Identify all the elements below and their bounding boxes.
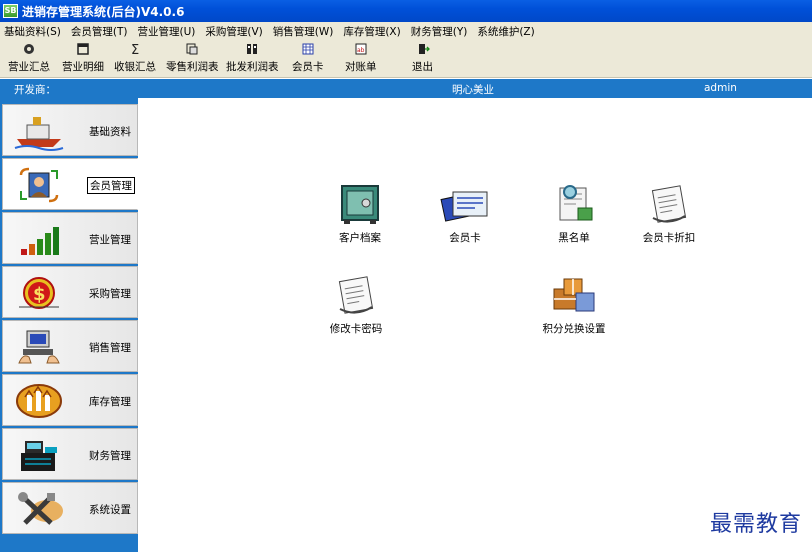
- safe-cabinet-icon: [341, 185, 379, 224]
- change-password-button[interactable]: 修改卡密码: [311, 273, 401, 343]
- sidebar-item-label: 营业管理: [89, 234, 131, 246]
- sidebar-item-purchase-management[interactable]: $ 采购管理: [2, 266, 138, 318]
- svg-text:ab: ab: [357, 47, 365, 54]
- main-panel: 客户档案 会员卡 黑名单 会员卡折扣 修改卡密码 积分兑换设置: [138, 98, 812, 552]
- member-card-toolbar-label: 会员卡: [292, 61, 324, 73]
- points-exchange-button[interactable]: 积分兑换设置: [529, 273, 619, 343]
- change-password-label: 修改卡密码: [329, 323, 383, 335]
- business-summary-label: 营业汇总: [8, 61, 50, 73]
- cash-summary-button[interactable]: Σ 收银汇总: [114, 42, 156, 76]
- cash-summary-label: 收银汇总: [114, 61, 156, 73]
- blacklist-button[interactable]: 黑名单: [529, 182, 619, 252]
- member-card-label: 会员卡: [449, 232, 481, 244]
- company-name: 明心美业: [452, 84, 494, 96]
- computer-hands-icon: [18, 330, 60, 364]
- sidebar-item-label: 系统设置: [89, 504, 131, 516]
- menu-bar: 基础资料(S) 会员管理(T) 营业管理(U) 采购管理(V) 销售管理(W) …: [0, 22, 812, 40]
- sidebar-item-label: 会员管理: [87, 177, 135, 194]
- document-magnifier-icon: [559, 185, 593, 221]
- grid-report-icon: [247, 44, 258, 54]
- window-titlebar: SB 进销存管理系统(后台)V4.0.6: [0, 0, 812, 22]
- sidebar-item-label: 基础资料: [89, 126, 131, 138]
- current-user: admin: [704, 82, 737, 94]
- watermark-text: 最需教育: [709, 512, 802, 537]
- retail-profit-label: 零售利润表: [166, 61, 219, 73]
- info-bar: 开发商： 明心美业 admin: [0, 79, 812, 98]
- member-card-button[interactable]: 会员卡: [420, 182, 510, 252]
- window-title: 进销存管理系统(后台)V4.0.6: [22, 4, 185, 19]
- receipt-pen-icon: [338, 276, 374, 314]
- menu-member-management[interactable]: 会员管理(T): [71, 24, 128, 39]
- member-cycle-icon: [19, 167, 59, 203]
- customer-file-label: 客户档案: [339, 232, 381, 244]
- wholesale-profit-label: 批发利润表: [226, 61, 279, 73]
- app-icon: SB: [3, 4, 18, 18]
- svg-text:$: $: [33, 284, 46, 305]
- menu-sales-management[interactable]: 销售管理(W): [273, 24, 334, 39]
- customer-file-button[interactable]: 客户档案: [315, 182, 405, 252]
- business-detail-button[interactable]: 营业明细: [62, 42, 104, 76]
- sidebar: 基础资料 会员管理 营业管理 $ 采购管理 销售管理 库存管理 财务管理 系统设…: [0, 98, 138, 552]
- card-discount-button[interactable]: 会员卡折扣: [624, 182, 714, 252]
- sigma-icon: Σ: [131, 43, 139, 56]
- retail-profit-button[interactable]: 零售利润表: [166, 42, 219, 76]
- sidebar-item-inventory-management[interactable]: 库存管理: [2, 374, 138, 426]
- business-summary-button[interactable]: 营业汇总: [8, 42, 50, 76]
- menu-finance-management[interactable]: 财务管理(Y): [411, 24, 468, 39]
- gear-icon: [24, 44, 34, 54]
- window-icon: [77, 43, 89, 55]
- sidebar-item-basic-data[interactable]: 基础资料: [2, 104, 138, 156]
- toolbar: 营业汇总 营业明细 Σ 收银汇总 零售利润表 批发利润表 会员卡 ab 对账单 …: [0, 40, 812, 78]
- receipt-icon: [651, 185, 687, 223]
- report-icon: [186, 43, 198, 55]
- wholesale-profit-button[interactable]: 批发利润表: [226, 42, 279, 76]
- sidebar-item-system-settings[interactable]: 系统设置: [2, 482, 138, 534]
- bar-chart-icon: [21, 227, 59, 255]
- statement-icon: ab: [355, 43, 367, 55]
- sidebar-item-sales-management[interactable]: 销售管理: [2, 320, 138, 372]
- menu-business-management[interactable]: 营业管理(U): [137, 24, 195, 39]
- sidebar-item-label: 采购管理: [89, 288, 131, 300]
- menu-purchase-management[interactable]: 采购管理(V): [205, 24, 262, 39]
- member-card-toolbar-button[interactable]: 会员卡: [292, 42, 324, 76]
- warehouse-arrows-icon: [16, 384, 62, 418]
- statement-button[interactable]: ab 对账单: [345, 42, 377, 76]
- business-detail-label: 营业明细: [62, 61, 104, 73]
- exit-label: 退出: [412, 61, 433, 73]
- sidebar-item-label: 财务管理: [89, 450, 131, 462]
- exit-door-icon: [418, 44, 430, 54]
- exit-button[interactable]: 退出: [412, 42, 433, 76]
- developer-label: 开发商：: [14, 84, 56, 96]
- points-exchange-label: 积分兑换设置: [542, 323, 606, 335]
- statement-label: 对账单: [345, 61, 377, 73]
- dollar-icon: $: [19, 277, 59, 309]
- sidebar-item-member-management[interactable]: 会员管理: [2, 158, 138, 210]
- card-grid-icon: [302, 43, 314, 55]
- cash-register-icon: [21, 441, 57, 471]
- ship-icon: [14, 117, 64, 151]
- gift-boxes-icon: [553, 278, 595, 312]
- menu-inventory-management[interactable]: 库存管理(X): [343, 24, 400, 39]
- menu-basic-data[interactable]: 基础资料(S): [4, 24, 61, 39]
- card-discount-label: 会员卡折扣: [642, 232, 696, 244]
- sidebar-item-business-management[interactable]: 营业管理: [2, 212, 138, 264]
- blacklist-label: 黑名单: [558, 232, 590, 244]
- menu-system-maintenance[interactable]: 系统维护(Z): [477, 24, 534, 39]
- card-stack-icon: [440, 191, 488, 222]
- svg-text:Σ: Σ: [131, 43, 139, 56]
- sidebar-item-label: 销售管理: [89, 342, 131, 354]
- sidebar-item-finance-management[interactable]: 财务管理: [2, 428, 138, 480]
- sidebar-item-label: 库存管理: [89, 396, 131, 408]
- tools-icon: [18, 492, 63, 525]
